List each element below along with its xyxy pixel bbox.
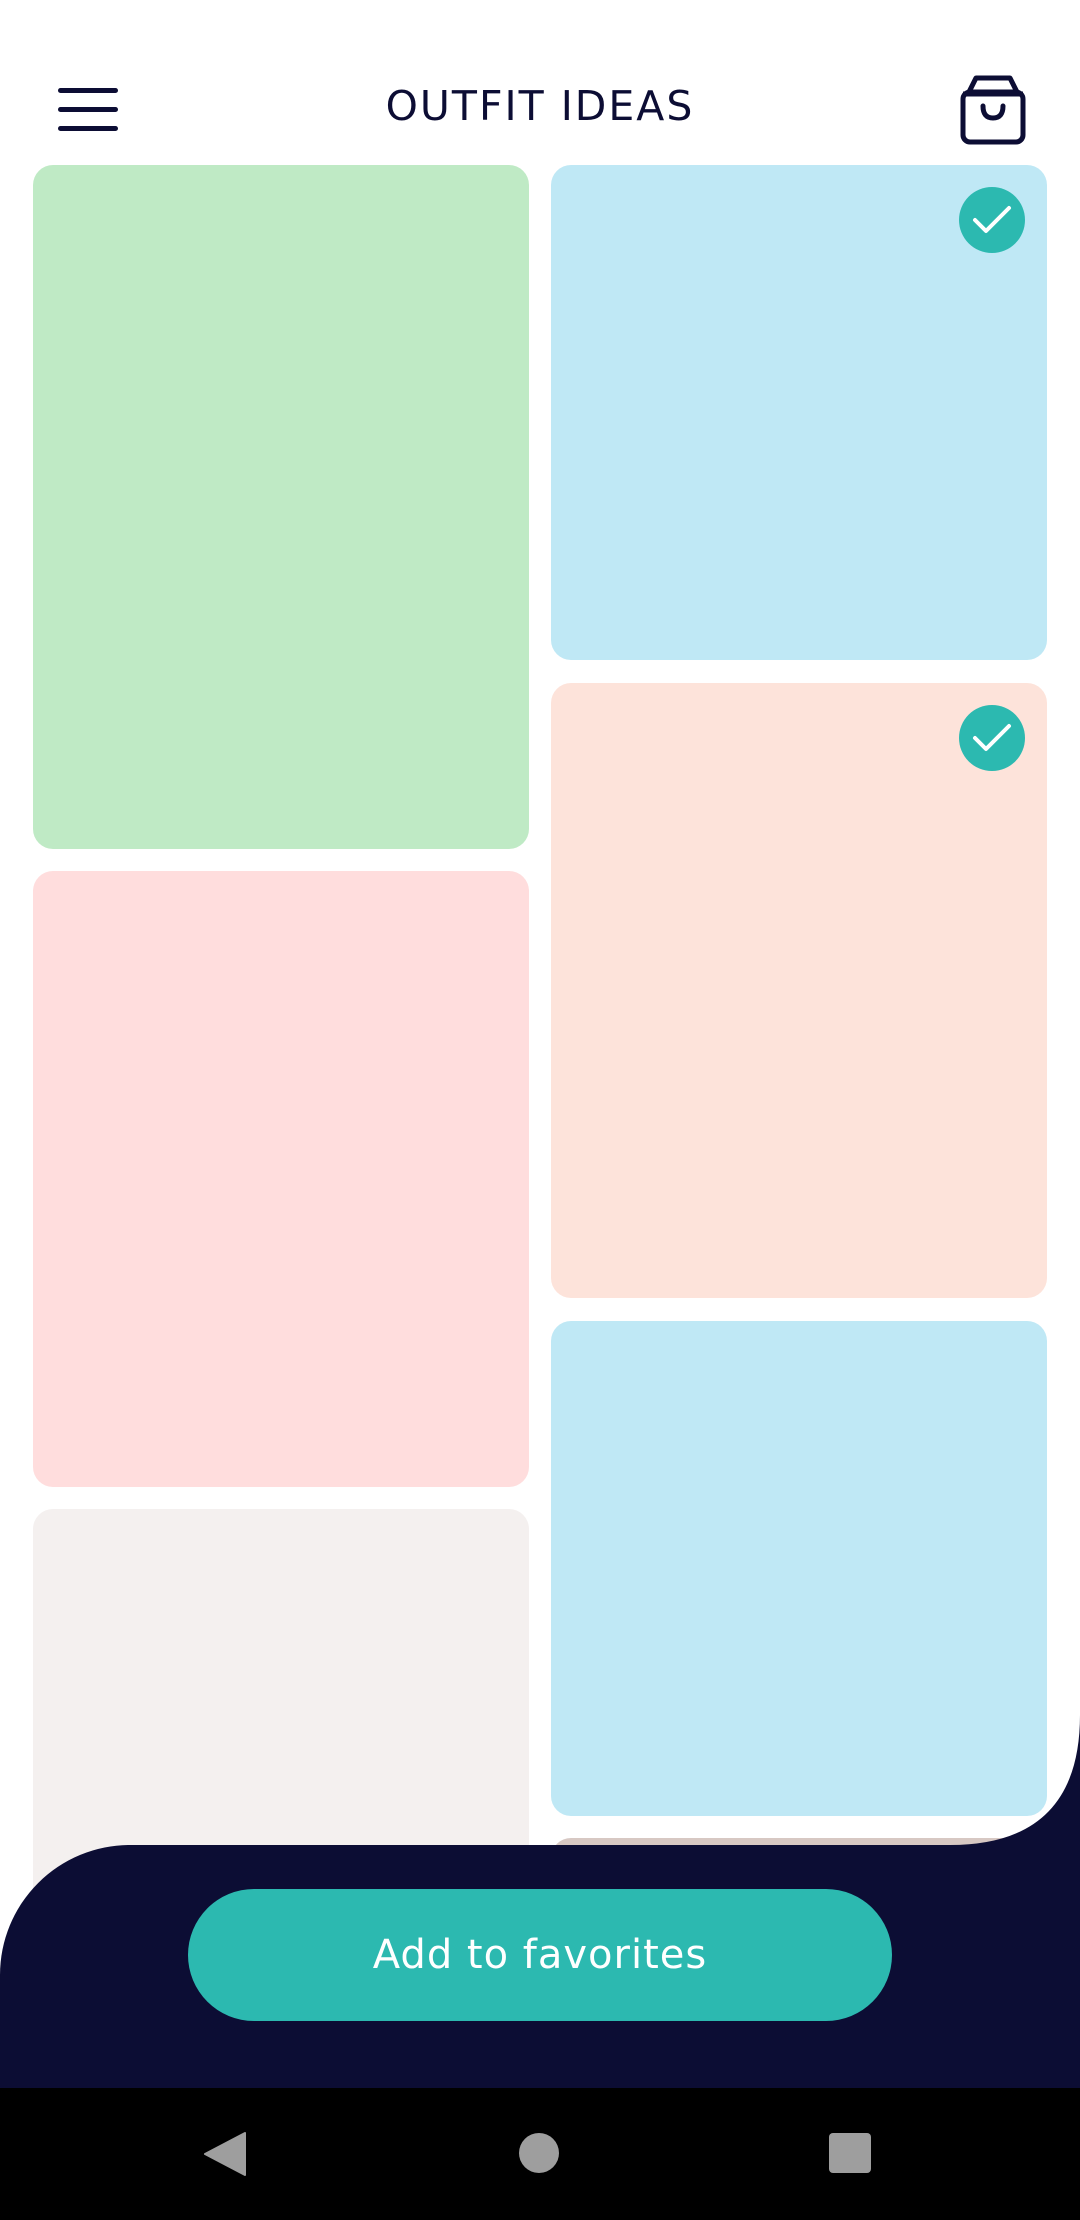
home-circle-icon[interactable] (519, 2133, 559, 2173)
page-title: OUTFIT IDEAS (385, 82, 695, 130)
outfit-card-2[interactable] (551, 165, 1047, 660)
checkmark-icon (959, 705, 1025, 771)
add-to-favorites-button[interactable]: Add to favorites (188, 1889, 892, 2021)
recents-square-icon[interactable] (829, 2133, 871, 2173)
app-header: OUTFIT IDEAS (0, 0, 1080, 162)
outfit-card-4[interactable] (551, 683, 1047, 1298)
checkmark-icon (959, 187, 1025, 253)
outfit-card-3[interactable] (33, 871, 529, 1487)
panel-curve-decoration (950, 1715, 1080, 1845)
shopping-bag-icon[interactable] (958, 72, 1028, 146)
outfit-ideas-screen: OUTFIT IDEAS Add to favorites (0, 0, 1080, 2220)
back-triangle-icon[interactable] (203, 2131, 249, 2177)
outfit-card-1[interactable] (33, 165, 529, 849)
